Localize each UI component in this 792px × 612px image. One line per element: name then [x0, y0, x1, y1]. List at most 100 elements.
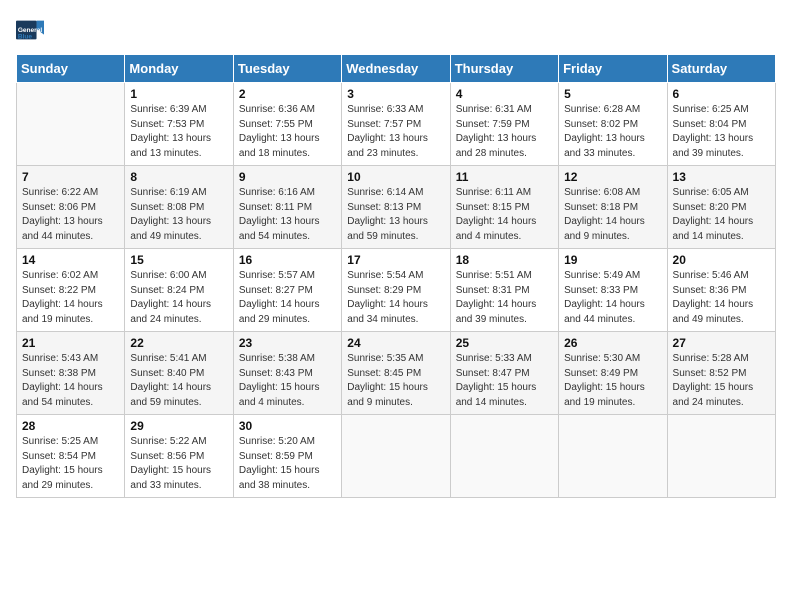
- calendar-day-cell: 25 Sunrise: 5:33 AMSunset: 8:47 PMDayligh…: [450, 332, 558, 415]
- day-info: Sunrise: 5:28 AMSunset: 8:52 PMDaylight:…: [673, 352, 770, 410]
- day-number: 20: [673, 253, 770, 267]
- day-number: 13: [673, 170, 770, 184]
- calendar-week-row: 21 Sunrise: 5:43 AMSunset: 8:38 PMDayligh…: [17, 332, 776, 415]
- day-number: 25: [456, 336, 553, 350]
- calendar-day-cell: 14 Sunrise: 6:02 AMSunset: 8:22 PMDayligh…: [17, 249, 125, 332]
- day-info: Sunrise: 6:31 AMSunset: 7:59 PMDaylight:…: [456, 103, 553, 161]
- day-number: 17: [347, 253, 444, 267]
- calendar-day-cell: 19 Sunrise: 5:49 AMSunset: 8:33 PMDayligh…: [559, 249, 667, 332]
- day-info: Sunrise: 6:14 AMSunset: 8:13 PMDaylight:…: [347, 186, 444, 244]
- weekday-header-tuesday: Tuesday: [233, 55, 341, 83]
- day-number: 28: [22, 419, 119, 433]
- calendar-day-cell: [667, 415, 775, 498]
- calendar-day-cell: 26Sunrise: 5:30 AMSunset: 8:49 PMDayligh…: [559, 332, 667, 415]
- weekday-header-friday: Friday: [559, 55, 667, 83]
- calendar-day-cell: [450, 415, 558, 498]
- day-number: 22: [130, 336, 227, 350]
- day-info: Sunrise: 6:11 AMSunset: 8:15 PMDaylight:…: [456, 186, 553, 244]
- calendar-day-cell: 3 Sunrise: 6:33 AMSunset: 7:57 PMDaylight…: [342, 83, 450, 166]
- calendar-day-cell: 18 Sunrise: 5:51 AMSunset: 8:31 PMDayligh…: [450, 249, 558, 332]
- day-info: Sunrise: 6:36 AMSunset: 7:55 PMDaylight:…: [239, 103, 336, 161]
- day-number: 5: [564, 87, 661, 101]
- calendar-day-cell: 6 Sunrise: 6:25 AMSunset: 8:04 PMDaylight…: [667, 83, 775, 166]
- day-info: Sunrise: 5:54 AMSunset: 8:29 PMDaylight:…: [347, 269, 444, 327]
- day-number: 27: [673, 336, 770, 350]
- day-info: Sunrise: 5:51 AMSunset: 8:31 PMDaylight:…: [456, 269, 553, 327]
- day-info: Sunrise: 6:28 AMSunset: 8:02 PMDaylight:…: [564, 103, 661, 161]
- day-number: 10: [347, 170, 444, 184]
- day-number: 4: [456, 87, 553, 101]
- day-info: Sunrise: 5:35 AMSunset: 8:45 PMDaylight:…: [347, 352, 444, 410]
- calendar-day-cell: 10 Sunrise: 6:14 AMSunset: 8:13 PMDayligh…: [342, 166, 450, 249]
- weekday-header-row: SundayMondayTuesdayWednesdayThursdayFrid…: [17, 55, 776, 83]
- calendar-table: SundayMondayTuesdayWednesdayThursdayFrid…: [16, 54, 776, 498]
- calendar-day-cell: 20Sunrise: 5:46 AMSunset: 8:36 PMDayligh…: [667, 249, 775, 332]
- day-number: 16: [239, 253, 336, 267]
- calendar-day-cell: 12 Sunrise: 6:08 AMSunset: 8:18 PMDayligh…: [559, 166, 667, 249]
- weekday-header-thursday: Thursday: [450, 55, 558, 83]
- calendar-day-cell: 28Sunrise: 5:25 AMSunset: 8:54 PMDayligh…: [17, 415, 125, 498]
- day-number: 14: [22, 253, 119, 267]
- calendar-day-cell: 24 Sunrise: 5:35 AMSunset: 8:45 PMDayligh…: [342, 332, 450, 415]
- weekday-header-wednesday: Wednesday: [342, 55, 450, 83]
- day-number: 9: [239, 170, 336, 184]
- day-info: Sunrise: 5:57 AMSunset: 8:27 PMDaylight:…: [239, 269, 336, 327]
- weekday-header-saturday: Saturday: [667, 55, 775, 83]
- logo-icon: General Blue: [16, 16, 44, 44]
- day-number: 1: [130, 87, 227, 101]
- day-number: 21: [22, 336, 119, 350]
- day-info: Sunrise: 6:00 AMSunset: 8:24 PMDaylight:…: [130, 269, 227, 327]
- calendar-day-cell: 1 Sunrise: 6:39 AMSunset: 7:53 PMDaylight…: [125, 83, 233, 166]
- calendar-day-cell: 7 Sunrise: 6:22 AMSunset: 8:06 PMDaylight…: [17, 166, 125, 249]
- day-number: 7: [22, 170, 119, 184]
- day-info: Sunrise: 6:08 AMSunset: 8:18 PMDaylight:…: [564, 186, 661, 244]
- calendar-day-cell: 27 Sunrise: 5:28 AMSunset: 8:52 PMDayligh…: [667, 332, 775, 415]
- day-info: Sunrise: 5:38 AMSunset: 8:43 PMDaylight:…: [239, 352, 336, 410]
- calendar-day-cell: 4 Sunrise: 6:31 AMSunset: 7:59 PMDaylight…: [450, 83, 558, 166]
- svg-text:Blue: Blue: [18, 33, 32, 40]
- calendar-day-cell: 21 Sunrise: 5:43 AMSunset: 8:38 PMDayligh…: [17, 332, 125, 415]
- calendar-day-cell: [342, 415, 450, 498]
- calendar-day-cell: 9Sunrise: 6:16 AMSunset: 8:11 PMDaylight…: [233, 166, 341, 249]
- day-info: Sunrise: 6:39 AMSunset: 7:53 PMDaylight:…: [130, 103, 227, 161]
- calendar-day-cell: 29Sunrise: 5:22 AMSunset: 8:56 PMDayligh…: [125, 415, 233, 498]
- day-number: 19: [564, 253, 661, 267]
- calendar-day-cell: 2 Sunrise: 6:36 AMSunset: 7:55 PMDaylight…: [233, 83, 341, 166]
- calendar-week-row: 7 Sunrise: 6:22 AMSunset: 8:06 PMDaylight…: [17, 166, 776, 249]
- day-number: 23: [239, 336, 336, 350]
- calendar-day-cell: 17 Sunrise: 5:54 AMSunset: 8:29 PMDayligh…: [342, 249, 450, 332]
- day-number: 18: [456, 253, 553, 267]
- calendar-week-row: 1 Sunrise: 6:39 AMSunset: 7:53 PMDaylight…: [17, 83, 776, 166]
- day-info: Sunrise: 5:43 AMSunset: 8:38 PMDaylight:…: [22, 352, 119, 410]
- calendar-day-cell: 13Sunrise: 6:05 AMSunset: 8:20 PMDayligh…: [667, 166, 775, 249]
- logo: General Blue: [16, 16, 44, 44]
- day-number: 11: [456, 170, 553, 184]
- day-info: Sunrise: 6:02 AMSunset: 8:22 PMDaylight:…: [22, 269, 119, 327]
- calendar-day-cell: 11 Sunrise: 6:11 AMSunset: 8:15 PMDayligh…: [450, 166, 558, 249]
- day-number: 12: [564, 170, 661, 184]
- day-number: 29: [130, 419, 227, 433]
- day-number: 30: [239, 419, 336, 433]
- weekday-header-monday: Monday: [125, 55, 233, 83]
- calendar-day-cell: 22Sunrise: 5:41 AMSunset: 8:40 PMDayligh…: [125, 332, 233, 415]
- day-info: Sunrise: 6:25 AMSunset: 8:04 PMDaylight:…: [673, 103, 770, 161]
- day-number: 26: [564, 336, 661, 350]
- day-number: 6: [673, 87, 770, 101]
- page-header: General Blue: [16, 16, 776, 44]
- calendar-day-cell: 16 Sunrise: 5:57 AMSunset: 8:27 PMDayligh…: [233, 249, 341, 332]
- day-number: 24: [347, 336, 444, 350]
- calendar-day-cell: 30Sunrise: 5:20 AMSunset: 8:59 PMDayligh…: [233, 415, 341, 498]
- calendar-day-cell: 5 Sunrise: 6:28 AMSunset: 8:02 PMDaylight…: [559, 83, 667, 166]
- day-info: Sunrise: 6:33 AMSunset: 7:57 PMDaylight:…: [347, 103, 444, 161]
- day-number: 3: [347, 87, 444, 101]
- weekday-header-sunday: Sunday: [17, 55, 125, 83]
- day-info: Sunrise: 5:33 AMSunset: 8:47 PMDaylight:…: [456, 352, 553, 410]
- day-number: 2: [239, 87, 336, 101]
- calendar-day-cell: [559, 415, 667, 498]
- day-number: 8: [130, 170, 227, 184]
- day-info: Sunrise: 6:22 AMSunset: 8:06 PMDaylight:…: [22, 186, 119, 244]
- calendar-week-row: 14 Sunrise: 6:02 AMSunset: 8:22 PMDayligh…: [17, 249, 776, 332]
- day-info: Sunrise: 5:49 AMSunset: 8:33 PMDaylight:…: [564, 269, 661, 327]
- day-number: 15: [130, 253, 227, 267]
- day-info: Sunrise: 6:19 AMSunset: 8:08 PMDaylight:…: [130, 186, 227, 244]
